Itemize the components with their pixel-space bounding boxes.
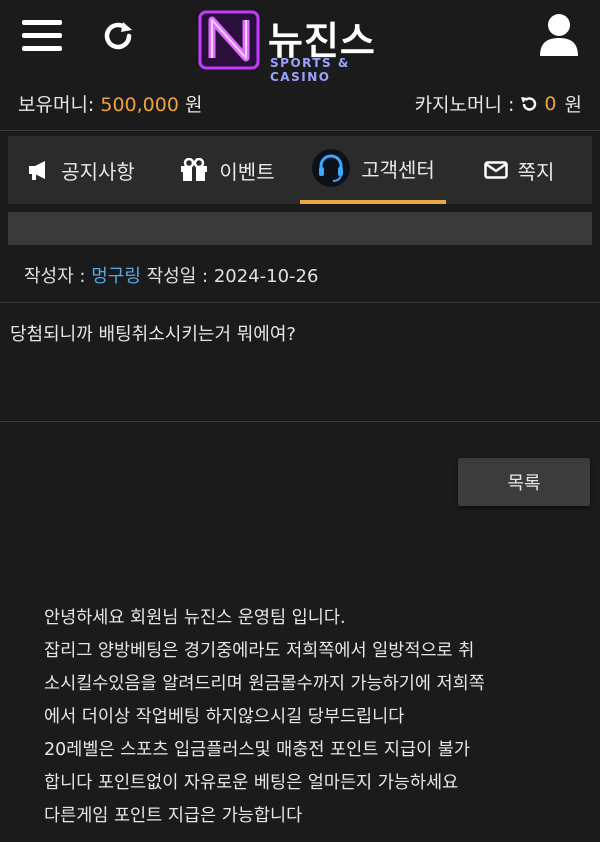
admin-reply: 안녕하세요 회원님 뉴진스 운영팀 입니다. 잡리그 양방베팅은 경기중에라도 …	[44, 602, 564, 833]
balance-display: 보유머니: 500,000 원	[18, 90, 202, 117]
tab-event[interactable]: 이벤트	[154, 136, 300, 204]
casino-money-label: 카지노머니 :	[414, 94, 515, 116]
balance-unit: 원	[185, 94, 203, 116]
balance-value: 500,000	[100, 94, 179, 116]
headset-icon	[311, 148, 351, 188]
casino-refresh-icon[interactable]	[520, 95, 538, 113]
brand-subtitle: SPORTS & CASINO	[270, 56, 350, 84]
tab-label: 이벤트	[219, 159, 275, 184]
envelope-icon	[483, 161, 508, 179]
post-meta: 작성자 : 멍구링 작성일 : 2024-10-26	[24, 262, 318, 288]
refresh-icon[interactable]	[100, 18, 136, 54]
tab-label: 공지사항	[61, 159, 135, 184]
reply-line: 다른게임 포인트 지급은 가능합니다	[44, 806, 303, 826]
author-name: 멍구링	[91, 266, 141, 287]
post-date: 2024-10-26	[213, 266, 319, 287]
wallet-bar: 보유머니: 500,000 원 카지노머니 : 0 원	[0, 86, 600, 120]
top-header: 뉴진스 SPORTS & CASINO	[0, 0, 600, 84]
tab-label: 쪽지	[517, 159, 555, 184]
tab-message[interactable]: 쪽지	[446, 136, 592, 204]
author-label: 작성자 :	[24, 266, 86, 287]
gift-icon	[179, 158, 209, 182]
date-label: 작성일 :	[146, 266, 209, 287]
user-icon[interactable]	[538, 12, 580, 58]
menu-icon[interactable]	[22, 18, 62, 54]
divider	[0, 302, 600, 303]
reply-line: 에서 더이상 작업베팅 하지않으시길 당부드립니다	[44, 707, 405, 727]
casino-money-unit: 원	[564, 94, 582, 116]
divider	[0, 421, 600, 422]
board-tabs: 공지사항 이벤트 고객센터 쪽지	[8, 136, 592, 204]
post-title-bar	[8, 212, 592, 245]
casino-money-value: 0	[544, 92, 557, 115]
reply-line: 안녕하세요 회원님 뉴진스 운영팀 입니다.	[44, 608, 346, 628]
balance-label: 보유머니:	[18, 94, 95, 116]
tab-notice[interactable]: 공지사항	[8, 136, 154, 204]
tab-customer-center[interactable]: 고객센터	[300, 136, 446, 204]
reply-line: 잡리그 양방베팅은 경기중에라도 저희쪽에서 일방적으로 취	[44, 641, 475, 661]
divider	[0, 130, 600, 131]
reply-line: 합니다 포인트없이 자유로운 베팅은 얼마든지 가능하세요	[44, 773, 459, 793]
reply-line: 소시킬수있음을 알려드리며 원금몰수까지 가능하기에 저희쪽	[44, 674, 485, 694]
logo-n-icon	[198, 10, 260, 70]
post-content: 당첨되니까 배팅취소시키는거 뭐에여?	[10, 324, 296, 345]
brand-logo[interactable]: 뉴진스 SPORTS & CASINO	[196, 6, 408, 84]
casino-money-display: 카지노머니 : 0 원	[415, 90, 582, 117]
reply-line: 20레벨은 스포츠 입금플러스및 매충전 포인트 지급이 불가	[44, 740, 470, 760]
tab-label: 고객센터	[361, 157, 435, 182]
megaphone-icon	[27, 159, 51, 181]
list-button[interactable]: 목록	[458, 458, 590, 506]
